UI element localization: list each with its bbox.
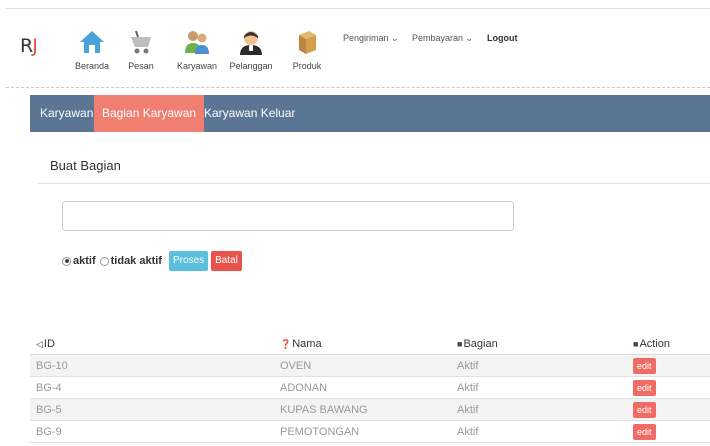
header-bagian-label: Bagian (463, 338, 498, 350)
nav-beranda[interactable]: Beranda (65, 27, 119, 71)
radio-aktif-label: aktif (73, 255, 96, 267)
brand-letter-j: J (32, 35, 38, 57)
bagian-name-input[interactable] (62, 201, 514, 231)
edit-button[interactable]: edit (633, 380, 656, 396)
cell-status: Aktif (457, 360, 479, 372)
cell-id: BG-9 (36, 426, 62, 438)
nav-beranda-label: Beranda (74, 61, 110, 71)
nav-produk-label: Produk (292, 61, 322, 71)
brand-letter-r: R (20, 35, 33, 57)
pembayaran-dropdown[interactable]: Pembayaran ⌄ (412, 33, 473, 44)
table-row: BG-10 OVEN Aktif edit (30, 355, 710, 377)
proses-button[interactable]: Proses (168, 251, 209, 271)
edit-button[interactable]: edit (633, 424, 656, 440)
table-row: BG-5 KUPAS BAWANG Aktif edit (30, 399, 710, 421)
cell-nama: KUPAS BAWANG (280, 404, 368, 416)
section-title: Buat Bagian (38, 148, 710, 184)
radio-tidak-aktif[interactable] (99, 256, 109, 266)
bullhorn-icon: ◁ (36, 339, 43, 349)
tab-bagian-karyawan[interactable]: Bagian Karyawan (94, 95, 205, 132)
cell-status: Aktif (457, 426, 479, 438)
bookmark-icon: ■ (457, 339, 463, 349)
table-row: BG-9 PEMOTONGAN Aktif edit (30, 421, 710, 443)
cart-icon (126, 27, 156, 57)
nav-produk[interactable]: Produk (280, 27, 334, 71)
bagian-table: ◁ID ❓Nama ■Bagian ■Action BG-10 OVEN Akt… (30, 333, 710, 443)
nav-pesan-label: Pesan (128, 61, 154, 71)
nav-pelanggan-label: Pelanggan (229, 61, 273, 71)
nav-pesan[interactable]: Pesan (114, 27, 168, 71)
tab-karyawan-keluar[interactable]: Karyawan Keluar (196, 95, 303, 132)
brand-logo[interactable]: RJ (20, 35, 38, 57)
bookmark-icon: ■ (633, 339, 639, 349)
table-row: BG-4 ADONAN Aktif edit (30, 377, 710, 399)
cell-status: Aktif (457, 404, 479, 416)
cell-nama: OVEN (280, 360, 312, 372)
header-id: ◁ID (36, 333, 55, 355)
cell-id: BG-4 (36, 382, 62, 394)
box-icon (292, 27, 322, 57)
header-id-label: ID (43, 338, 55, 350)
radio-tidak-aktif-label: tidak aktif (110, 255, 162, 267)
nav-karyawan-label: Karyawan (176, 61, 218, 71)
cell-id: BG-10 (36, 360, 68, 372)
logout-link[interactable]: Logout (487, 33, 518, 43)
header-action: ■Action (633, 333, 670, 355)
edit-button[interactable]: edit (633, 358, 656, 374)
cell-nama: ADONAN (280, 382, 328, 394)
status-radio-group: aktif tidak aktif Proses Batal (62, 251, 242, 271)
cell-id: BG-5 (36, 404, 62, 416)
pengiriman-dropdown[interactable]: Pengiriman ⌄ (343, 33, 399, 44)
header-nama: ❓Nama (280, 333, 322, 355)
header-action-label: Action (639, 338, 671, 350)
users-icon (182, 27, 212, 57)
tab-karyawan[interactable]: Karyawan (32, 95, 101, 132)
info-icon: ❓ (280, 339, 292, 349)
tab-bar: Karyawan Bagian Karyawan Karyawan Keluar (30, 95, 710, 132)
radio-aktif[interactable] (62, 256, 71, 266)
header-bagian: ■Bagian (457, 333, 498, 355)
home-icon (77, 27, 107, 57)
cell-status: Aktif (457, 382, 479, 394)
nav-pelanggan[interactable]: Pelanggan (224, 27, 278, 71)
edit-button[interactable]: edit (633, 402, 656, 418)
customer-icon (236, 27, 266, 57)
header-nama-label: Nama (292, 338, 322, 350)
cell-nama: PEMOTONGAN (280, 426, 360, 438)
nav-karyawan[interactable]: Karyawan (170, 27, 224, 71)
table-header: ◁ID ❓Nama ■Bagian ■Action (30, 333, 710, 355)
batal-button[interactable]: Batal (211, 251, 242, 271)
top-header: RJ Beranda Pesan Karyawan Pelanggan Prod… (6, 8, 710, 88)
